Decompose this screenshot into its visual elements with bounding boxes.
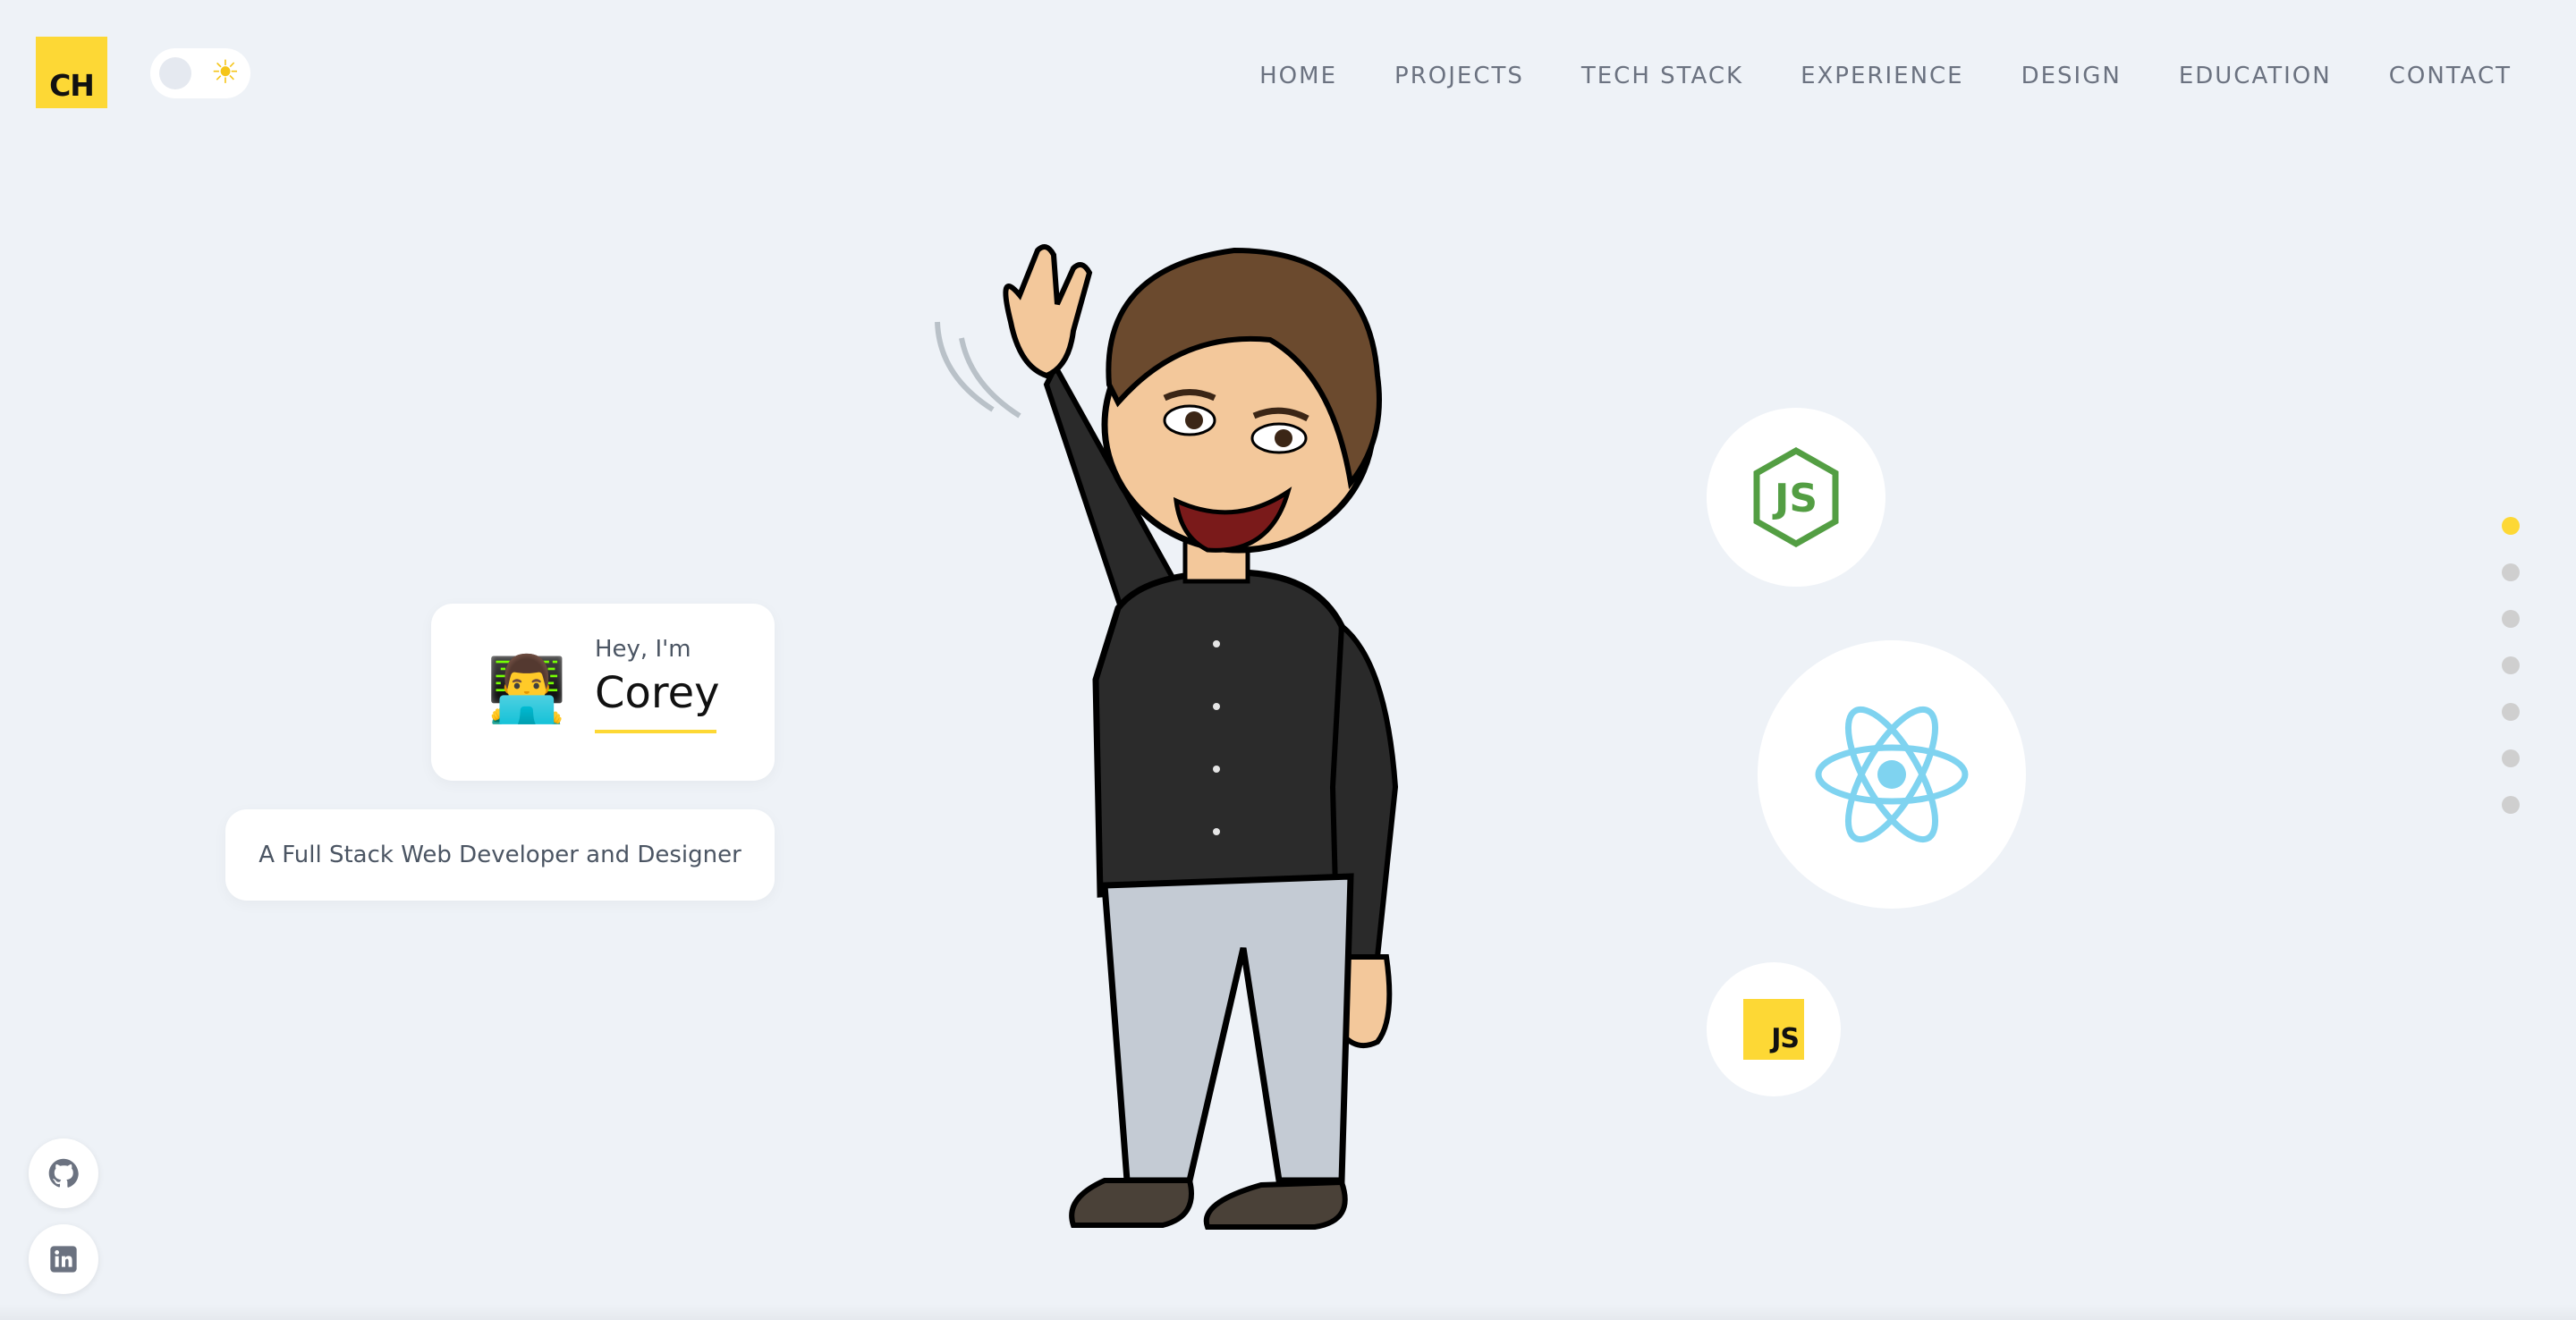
svg-text:JS: JS [1772,476,1818,521]
javascript-bubble: JS [1707,962,1841,1096]
nav-projects[interactable]: PROJECTS [1394,63,1524,89]
nav-home[interactable]: HOME [1259,63,1337,89]
section-dot-7[interactable] [2502,796,2520,814]
subtitle-card: A Full Stack Web Developer and Designer [225,809,775,901]
section-dots [2502,517,2520,814]
nav-experience[interactable]: EXPERIENCE [1801,63,1964,89]
nav-contact[interactable]: CONTACT [2389,63,2512,89]
toggle-knob [159,57,191,89]
nodejs-bubble: JS [1707,408,1885,587]
main-nav: HOME PROJECTS TECH STACK EXPERIENCE DESI… [1259,63,2512,89]
section-dot-6[interactable] [2502,749,2520,767]
github-icon [48,1158,79,1188]
waving-avatar [935,244,1399,1230]
hero-name: Corey [595,668,720,718]
react-bubble [1758,640,2026,909]
section-dot-1[interactable] [2502,517,2520,535]
developer-emoji: 👨‍💻 [487,651,567,726]
javascript-icon: JS [1743,999,1804,1060]
intro-card: 👨‍💻 Hey, I'm Corey [431,604,775,781]
theme-toggle[interactable]: ☀ [150,48,250,98]
nav-education[interactable]: EDUCATION [2179,63,2332,89]
section-dot-3[interactable] [2502,610,2520,628]
nav-tech-stack[interactable]: TECH STACK [1581,63,1743,89]
nodejs-icon: JS [1753,447,1839,547]
logo[interactable]: CH [36,37,107,108]
hero-subtitle: A Full Stack Web Developer and Designer [258,842,741,868]
linkedin-icon [50,1246,77,1273]
logo-text: CH [49,68,95,103]
bottom-shade [0,1304,2576,1320]
section-dot-2[interactable] [2502,563,2520,581]
section-dot-4[interactable] [2502,656,2520,674]
greeting-text: Hey, I'm [595,636,691,663]
nav-design[interactable]: DESIGN [2021,63,2122,89]
section-dot-5[interactable] [2502,703,2520,721]
sun-icon: ☀ [210,55,240,91]
react-icon [1815,706,1969,843]
github-link[interactable] [29,1138,98,1208]
linkedin-link[interactable] [29,1224,98,1294]
name-underline [595,730,716,733]
